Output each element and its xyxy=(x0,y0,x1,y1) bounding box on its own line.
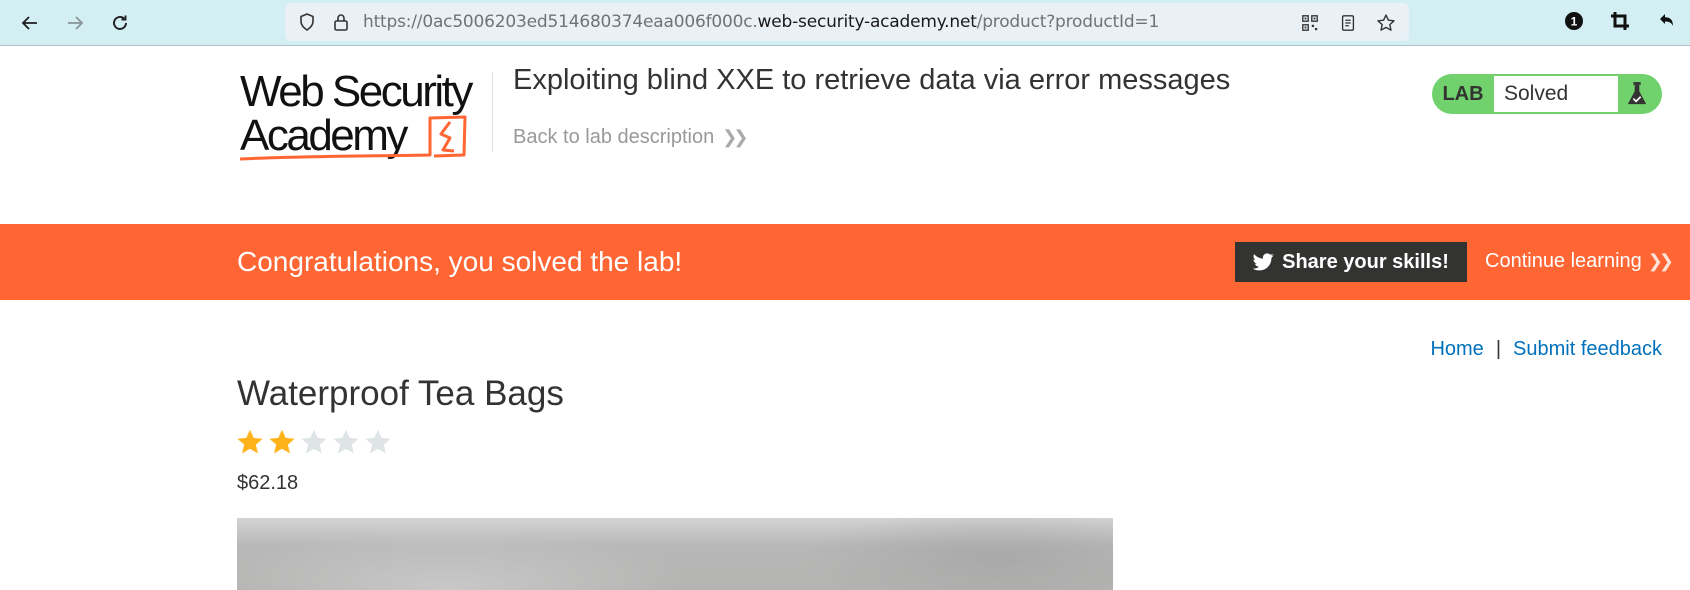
lab-status-badge: LAB Solved xyxy=(1432,74,1662,114)
address-bar[interactable]: https://0ac5006203ed514680374eaa006f000c… xyxy=(285,3,1409,41)
shield-icon[interactable] xyxy=(297,12,317,32)
continue-learning-link[interactable]: Continue learning ❯❯ xyxy=(1485,250,1674,273)
header-divider xyxy=(492,72,493,152)
extension-badge-icon[interactable]: 1 xyxy=(1562,9,1586,33)
logo-line1: Web Security xyxy=(240,70,473,116)
arrow-right-icon xyxy=(68,16,84,30)
reader-view-icon[interactable] xyxy=(1337,12,1359,34)
link-separator: | xyxy=(1495,338,1502,360)
crop-icon[interactable] xyxy=(1608,9,1632,33)
undo-icon[interactable] xyxy=(1654,9,1678,33)
flask-check-icon xyxy=(1618,74,1662,114)
back-to-lab-description-link[interactable]: Back to lab description ❯❯ xyxy=(513,126,748,149)
product-title: Waterproof Tea Bags xyxy=(237,374,564,413)
double-chevron-right-icon: ❯❯ xyxy=(722,127,748,147)
arrow-left-icon xyxy=(21,16,37,30)
submit-feedback-link[interactable]: Submit feedback xyxy=(1513,338,1662,361)
lab-label: LAB xyxy=(1442,82,1484,105)
twitter-icon xyxy=(1253,253,1274,271)
qr-code-icon[interactable] xyxy=(1299,12,1321,34)
lock-icon[interactable] xyxy=(331,12,351,32)
home-link[interactable]: Home xyxy=(1430,338,1483,361)
share-skills-button[interactable]: Share your skills! xyxy=(1235,242,1467,282)
reload-button[interactable] xyxy=(106,9,134,37)
url-host: web-security-academy.net xyxy=(757,12,977,32)
congratulations-banner: Congratulations, you solved the lab! Sha… xyxy=(0,224,1690,300)
lightning-icon xyxy=(439,121,455,153)
lab-status-text: Solved xyxy=(1494,76,1618,112)
star-filled-icon xyxy=(237,429,263,454)
star-empty-icon xyxy=(301,429,327,454)
lab-title: Exploiting blind XXE to retrieve data vi… xyxy=(513,64,1231,96)
logo-line2: Academy xyxy=(240,111,408,160)
double-chevron-right-icon: ❯❯ xyxy=(1647,251,1674,271)
star-icon[interactable] xyxy=(1375,12,1397,34)
back-button[interactable] xyxy=(16,9,44,37)
reload-icon xyxy=(113,15,127,30)
product-image xyxy=(237,518,1113,590)
star-filled-icon xyxy=(269,429,295,454)
extension-badge-count: 1 xyxy=(1571,15,1578,29)
back-link-label: Back to lab description xyxy=(513,126,715,148)
share-button-label: Share your skills! xyxy=(1282,250,1449,273)
top-links: Home | Submit feedback xyxy=(1430,338,1662,361)
product-rating xyxy=(236,428,392,456)
forward-button[interactable] xyxy=(61,9,89,37)
star-empty-icon xyxy=(365,429,391,454)
web-security-academy-logo[interactable]: Web Security Academy xyxy=(238,67,488,166)
url-prefix: https://0ac5006203ed514680374eaa006f000c… xyxy=(363,12,758,32)
url-path: /product?productId=1 xyxy=(976,12,1160,32)
star-empty-icon xyxy=(333,429,359,454)
banner-message: Congratulations, you solved the lab! xyxy=(237,246,683,277)
product-price: $62.18 xyxy=(237,472,299,494)
browser-toolbar: https://0ac5006203ed514680374eaa006f000c… xyxy=(0,0,1690,46)
url-text[interactable]: https://0ac5006203ed514680374eaa006f000c… xyxy=(363,12,1159,32)
continue-link-label: Continue learning xyxy=(1485,250,1642,272)
